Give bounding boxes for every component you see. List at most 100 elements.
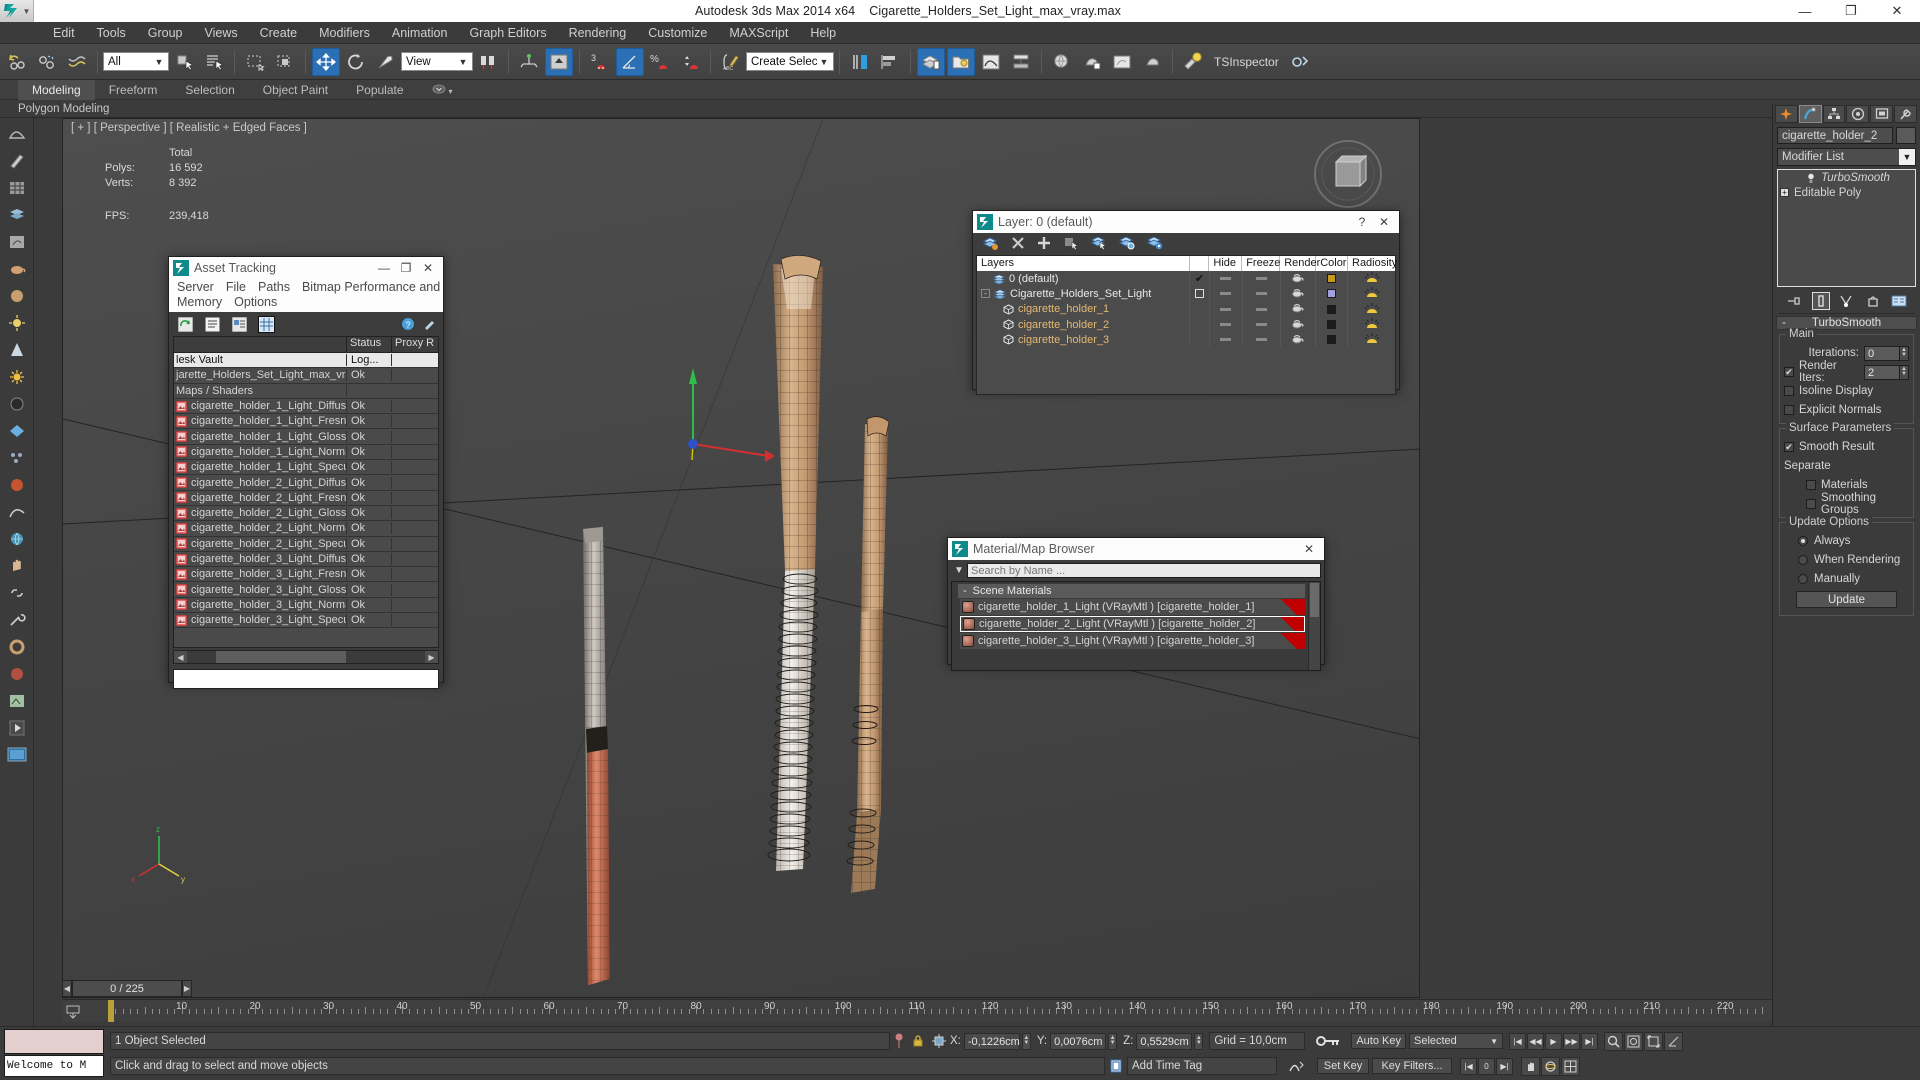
atmosphere-icon[interactable] — [4, 473, 30, 497]
tab-modify[interactable] — [1798, 105, 1822, 123]
freeze-toggle-icon[interactable] — [1255, 277, 1267, 281]
helper-icon[interactable] — [4, 419, 30, 443]
named-selection-sets-button[interactable]: ABC — [717, 48, 745, 76]
asset-menu-paths[interactable]: Paths — [258, 280, 290, 294]
curve-editor-button[interactable] — [977, 48, 1005, 76]
timeline-ruler[interactable]: 10 20 30 40 50 60 70 80 90 100 110 120 130 140 150 160 1… — [108, 1000, 1772, 1022]
ribbon-tab-freeform[interactable]: Freeform — [95, 80, 172, 100]
layer-current-cell[interactable] — [1190, 286, 1210, 302]
layer-col-color[interactable]: Color — [1316, 256, 1348, 271]
menu-item-create[interactable]: Create — [249, 22, 309, 44]
help-icon[interactable]: ? — [399, 316, 416, 333]
maximize-viewport-icon[interactable] — [1561, 1056, 1580, 1076]
layer-render-cell[interactable] — [1281, 286, 1317, 302]
layer-hide-cell[interactable] — [1210, 271, 1243, 287]
asset-tracking-titlebar[interactable]: Asset Tracking — ❐ ✕ — [169, 257, 443, 279]
layer-name-cell[interactable]: cigarette_holder_1 — [977, 301, 1191, 317]
layer-dialog-titlebar[interactable]: Layer: 0 (default) ? ✕ — [973, 211, 1399, 233]
layer-radiosity-cell[interactable] — [1348, 332, 1395, 347]
angle-snap-active-button[interactable] — [616, 47, 644, 76]
layer-col-radiosity[interactable]: Radiosity — [1348, 256, 1397, 271]
scene-explorer-button[interactable] — [947, 47, 975, 76]
material-item[interactable]: cigarette_holder_2_Light (VRayMtl ) [cig… — [960, 616, 1305, 632]
logo-dropdown-icon[interactable]: ▼ — [23, 7, 31, 16]
layer-color-swatch[interactable] — [1327, 289, 1337, 299]
field-of-view-icon[interactable] — [1663, 1031, 1683, 1051]
material-item[interactable]: cigarette_holder_1_Light (VRayMtl ) [cig… — [960, 599, 1305, 615]
key-filters-button[interactable]: Key Filters... — [1372, 1058, 1452, 1074]
layer-radiosity-cell[interactable] — [1348, 317, 1395, 332]
goto-end-button[interactable]: ▶| — [1580, 1032, 1598, 1050]
hide-toggle-icon[interactable] — [1220, 292, 1232, 296]
command-panel[interactable]: cigarette_holder_2 Modifier List ▼ Turbo… — [1772, 104, 1920, 1026]
material-list[interactable]: - Scene Materials cigarette_holder_1_Lig… — [952, 582, 1308, 670]
reference-coordinate-combo[interactable]: View ▼ — [401, 52, 473, 71]
hide-toggle-icon[interactable] — [1220, 323, 1232, 327]
layer-color-cell[interactable] — [1316, 332, 1349, 348]
layer-render-cell[interactable] — [1281, 301, 1317, 317]
asset-col-name[interactable] — [174, 337, 347, 352]
layer-name-cell[interactable]: cigarette_holder_2 — [977, 316, 1191, 333]
hide-toggle-icon[interactable] — [1220, 307, 1232, 311]
auto-key-button[interactable]: Auto Key — [1351, 1033, 1406, 1049]
pan-hand-icon[interactable] — [1521, 1056, 1540, 1076]
layer-col-current[interactable] — [1190, 256, 1210, 271]
align-button[interactable] — [876, 48, 904, 76]
asset-menu-bitmap[interactable]: Bitmap Performance and Memory — [177, 280, 440, 309]
render-production-button[interactable] — [1138, 48, 1166, 76]
layer-color-swatch[interactable] — [1327, 274, 1337, 284]
layer-freeze-cell[interactable] — [1243, 301, 1281, 317]
render-iters-value[interactable]: 2 — [1864, 364, 1900, 380]
layer-grid-rows[interactable]: 0 (default) ✔ - Cigarette_Holders_Set_Light… — [977, 271, 1395, 348]
layer-name-cell[interactable]: cigarette_holder_3 — [977, 332, 1191, 348]
layer-row[interactable]: cigarette_holder_2 — [977, 316, 1395, 333]
radiosity-icon[interactable] — [1364, 332, 1380, 347]
material-item[interactable]: cigarette_holder_3_Light (VRayMtl ) [cig… — [960, 633, 1305, 649]
material-browser-body[interactable]: - Scene Materials cigarette_holder_1_Lig… — [951, 581, 1321, 671]
add-to-layer-icon[interactable] — [1037, 236, 1051, 253]
renderable-teapot-icon[interactable] — [1291, 333, 1305, 347]
menu-item-maxscript[interactable]: MAXScript — [718, 22, 799, 44]
percent-snap-toggle[interactable]: % — [646, 48, 674, 76]
show-end-result-icon[interactable] — [1811, 292, 1830, 310]
menu-item-edit[interactable]: Edit — [42, 22, 86, 44]
layer-help-button[interactable]: ? — [1351, 212, 1373, 232]
manually-radio[interactable] — [1798, 574, 1808, 584]
ring-icon[interactable] — [4, 635, 30, 659]
cone-icon[interactable] — [4, 338, 30, 362]
selection-lock-icon[interactable] — [908, 1034, 928, 1048]
smoothing-groups-checkbox[interactable] — [1806, 499, 1816, 509]
maximize-button[interactable]: ❐ — [1828, 0, 1874, 22]
layer-name-cell[interactable]: 0 (default) — [977, 271, 1191, 287]
detail-view-icon[interactable] — [231, 316, 248, 333]
ribbon-tab-selection[interactable]: Selection — [171, 80, 248, 100]
settings-icon[interactable] — [420, 316, 437, 333]
scroll-right-icon[interactable]: ▶ — [425, 651, 438, 663]
layer-row[interactable]: - Cigarette_Holders_Set_Light — [977, 286, 1395, 302]
select-link-button[interactable] — [63, 48, 91, 76]
modifier-stack[interactable]: TurboSmooth + Editable Poly — [1777, 169, 1916, 287]
layer-hide-cell[interactable] — [1210, 316, 1243, 333]
radiosity-icon[interactable] — [1364, 271, 1380, 286]
globe-icon[interactable] — [4, 527, 30, 551]
select-and-rotate-button[interactable] — [342, 48, 370, 76]
menu-item-views[interactable]: Views — [193, 22, 248, 44]
light-icon[interactable] — [4, 311, 30, 335]
goto-start-button[interactable]: |◀ — [1508, 1032, 1526, 1050]
select-by-name-button[interactable] — [200, 48, 228, 76]
frame-next-button[interactable]: ▶ — [182, 980, 192, 997]
spinner-snap-toggle[interactable] — [676, 48, 704, 76]
asset-row[interactable]: cigarette_holder_2_Light_Specular.pngOk — [174, 537, 438, 552]
scene-materials-group[interactable]: - Scene Materials — [958, 584, 1305, 598]
asset-horizontal-scrollbar[interactable]: ◀ ▶ — [173, 650, 439, 664]
polygon-modeling-label[interactable]: Polygon Modeling — [18, 103, 109, 115]
update-option-always[interactable]: Always — [1784, 533, 1909, 549]
frame-counter[interactable]: 0 / 225 — [72, 980, 182, 997]
asset-row[interactable]: cigarette_holder_2_Light_Fresnel.pngOk — [174, 491, 438, 506]
asset-row[interactable]: cigarette_holder_2_Light_Normal.pngOk — [174, 521, 438, 537]
layer-color-swatch[interactable] — [1327, 320, 1337, 330]
redo-button[interactable] — [33, 48, 61, 76]
ribbon-overflow-icon[interactable]: ▾ — [418, 80, 467, 100]
stack-item-turbosmooth[interactable]: TurboSmooth — [1778, 170, 1915, 185]
asset-row[interactable]: cigarette_holder_3_Light_Normal.pngOk — [174, 598, 438, 614]
